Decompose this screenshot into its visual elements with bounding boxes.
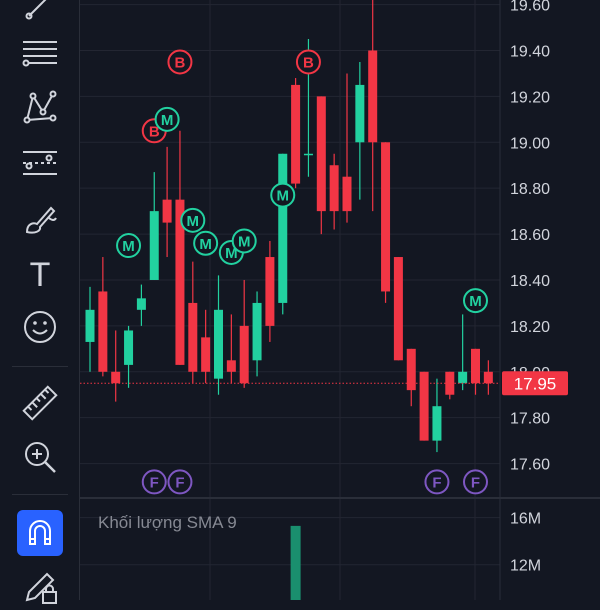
magnet-icon[interactable] — [17, 510, 63, 556]
signal-b-marker: B — [167, 49, 193, 75]
signal-f-marker: F — [141, 469, 167, 495]
signal-f-marker: F — [424, 469, 450, 495]
candles — [85, 0, 493, 453]
current-price-label: 17.95 — [514, 374, 557, 393]
signal-b-marker: B — [295, 49, 321, 75]
signal-label: M — [187, 213, 200, 230]
candle-body — [124, 330, 134, 365]
candle-body — [111, 371, 121, 384]
candle-body — [303, 153, 313, 156]
signal-f-marker: F — [463, 469, 488, 495]
price-axis-label: 17.80 — [510, 411, 550, 428]
trend-line-icon[interactable] — [17, 0, 63, 28]
price-axis-label: 17.60 — [510, 457, 550, 474]
candle-body — [265, 257, 275, 326]
signal-m-marker: M — [463, 288, 488, 314]
price-axis-label: 19.40 — [510, 43, 550, 60]
signal-f-marker: F — [167, 469, 193, 495]
signal-m-marker: M — [231, 228, 257, 254]
volume-bar — [290, 525, 301, 600]
forecast-icon[interactable] — [17, 140, 63, 186]
candle-body — [432, 406, 442, 441]
chart-area[interactable]: BBBMMMMMMMMFFFF 19.60 19.40 19.20 19.00 18.8… — [80, 0, 600, 600]
candle-body — [149, 211, 159, 280]
candle-body — [136, 298, 146, 310]
pencil-lock-icon[interactable] — [17, 564, 63, 610]
signal-label: F — [175, 474, 184, 491]
signal-label: M — [238, 233, 251, 250]
price-axis-label: 18.60 — [510, 227, 550, 244]
drawing-toolbar: T — [0, 0, 80, 604]
candle-body — [98, 291, 108, 372]
signal-label: M — [277, 188, 290, 205]
signal-label: B — [175, 54, 186, 71]
candle-body — [316, 96, 326, 212]
toolbar-divider — [12, 494, 68, 495]
candle-body — [342, 176, 352, 212]
candle-body — [214, 309, 223, 379]
volume-axis-label: 16M — [510, 511, 541, 528]
candle-body — [291, 84, 301, 184]
volume-bars — [290, 525, 301, 600]
horizontal-lines-icon[interactable] — [17, 30, 63, 76]
candle-body — [355, 84, 365, 143]
price-axis-label: 18.20 — [510, 319, 550, 336]
price-axis-label: 19.20 — [510, 89, 550, 106]
toolbar-divider — [12, 366, 68, 367]
candle-body — [483, 371, 493, 384]
signal-m-marker: M — [193, 230, 219, 256]
trade-signals: B BBMMMMMMMMF F F F — [116, 49, 488, 495]
signal-m-marker: M — [154, 106, 180, 132]
signal-label: F — [150, 474, 159, 491]
signal-label: M — [199, 236, 212, 253]
candle-body — [201, 337, 211, 372]
candle-body — [445, 371, 455, 395]
brush-icon[interactable] — [17, 196, 63, 242]
signal-label: F — [471, 474, 480, 491]
text-tool-label: T — [30, 256, 51, 292]
zoom-in-icon[interactable] — [17, 434, 63, 480]
signal-label: F — [432, 474, 441, 491]
candle-body — [278, 153, 288, 303]
candle-body — [188, 302, 198, 372]
candle-body — [329, 165, 339, 212]
pattern-icon[interactable] — [17, 84, 63, 130]
price-axis-label: 18.80 — [510, 181, 550, 198]
candle-body — [226, 360, 236, 372]
price-chart[interactable]: B BBMMMMMMMMF F F F 19.6019.4019.2019.0018.8… — [80, 0, 600, 600]
candle-body — [239, 325, 249, 384]
candle-body — [406, 348, 416, 391]
signal-m-marker: M — [270, 182, 296, 208]
ruler-icon[interactable] — [17, 380, 63, 426]
signal-label: M — [122, 238, 135, 255]
volume-indicator-label: Khối lượng SMA 9 — [98, 513, 237, 532]
smiley-icon[interactable] — [17, 304, 63, 350]
text-icon[interactable]: T — [17, 250, 63, 296]
candle-body — [381, 142, 391, 292]
signal-label: M — [161, 112, 174, 129]
price-axis-label: 18.40 — [510, 273, 550, 290]
candle-body — [85, 309, 95, 342]
candle-body — [471, 348, 480, 384]
signal-label: B — [303, 54, 314, 71]
price-axis-label: 19.60 — [510, 0, 550, 15]
candle-body — [419, 371, 429, 441]
candle-body — [393, 257, 403, 361]
signal-label: M — [469, 293, 482, 310]
candle-body — [458, 371, 468, 384]
candle-body — [252, 302, 262, 361]
candle-body — [368, 50, 378, 143]
volume-axis-label: 12M — [510, 558, 541, 575]
signal-m-marker: M — [116, 233, 142, 259]
candle-body — [162, 199, 172, 223]
signal-m-marker: M — [180, 207, 206, 233]
price-axis-label: 19.00 — [510, 135, 550, 152]
